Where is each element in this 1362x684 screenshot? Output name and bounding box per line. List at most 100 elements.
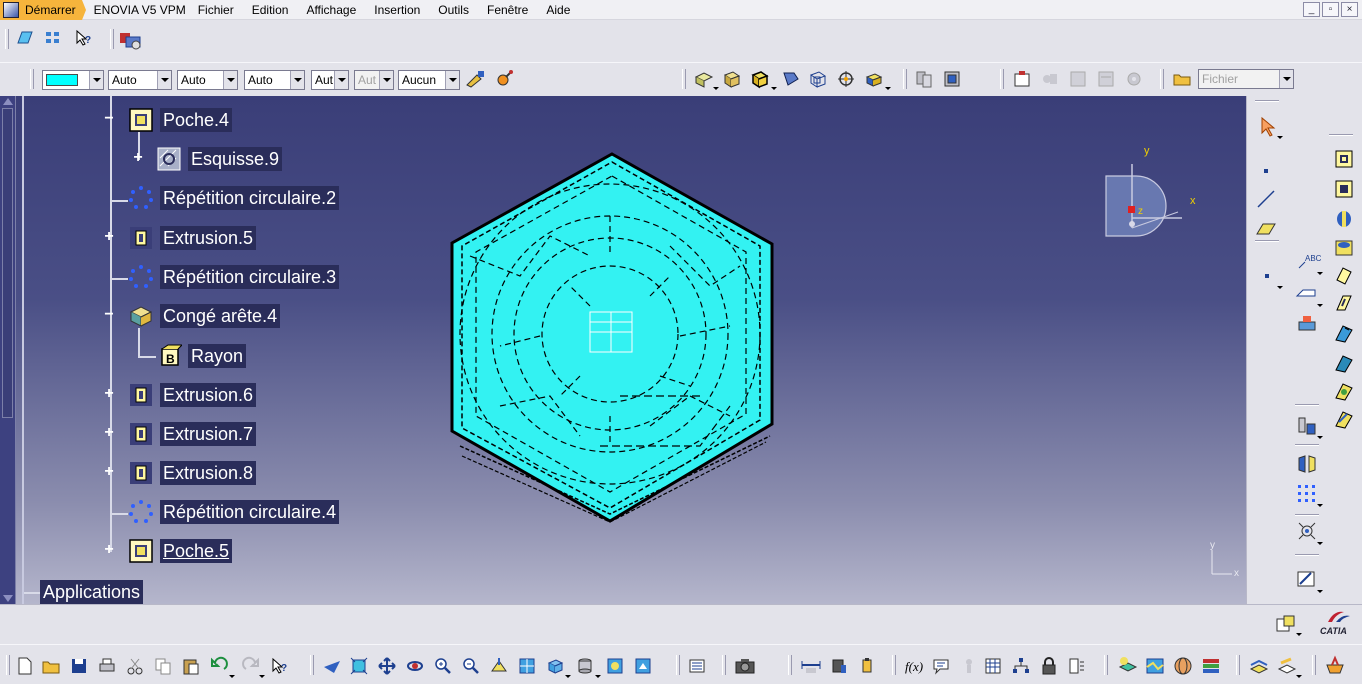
toolbar-grip[interactable] bbox=[30, 69, 34, 89]
tree-item-esquisse-9[interactable]: Esquisse.9 bbox=[156, 146, 283, 172]
tree-item-poche-5[interactable]: Poche.5 bbox=[128, 538, 233, 564]
toolbar-grip[interactable] bbox=[1312, 655, 1316, 675]
scroll-down-icon[interactable] bbox=[3, 595, 13, 602]
toolbar-grip[interactable] bbox=[110, 29, 114, 49]
edit-properties-icon[interactable] bbox=[1248, 655, 1270, 677]
tree-item-extrusion-5[interactable]: Extrusion.5 bbox=[128, 225, 257, 251]
copy-icon[interactable] bbox=[154, 657, 172, 675]
tree-graph-icon[interactable] bbox=[1012, 657, 1030, 675]
tree-item-applications[interactable]: Applications bbox=[40, 579, 144, 604]
map-icon[interactable] bbox=[1144, 655, 1166, 677]
pad-tool-icon[interactable] bbox=[1333, 148, 1355, 170]
3d-viewport[interactable]: Poche.4 − Esquisse.9 + Répétition circul… bbox=[0, 96, 1246, 604]
minimize-button[interactable]: _ bbox=[1303, 2, 1320, 17]
mirror-tool-icon[interactable] bbox=[1295, 452, 1319, 476]
stiffener-tool-icon[interactable] bbox=[1333, 322, 1355, 344]
scroll-thumb[interactable] bbox=[2, 108, 13, 418]
toolbar-grip[interactable] bbox=[1104, 655, 1108, 675]
expand-icon[interactable]: + bbox=[102, 229, 116, 245]
measure-item-icon[interactable] bbox=[830, 657, 848, 675]
text-with-leader-icon[interactable]: ABC bbox=[1295, 252, 1321, 272]
measure-inertia-icon[interactable] bbox=[858, 657, 876, 675]
catalog-icon[interactable] bbox=[44, 29, 62, 47]
paint-properties-icon[interactable] bbox=[1276, 655, 1298, 677]
formula-fx-icon[interactable]: f(x) bbox=[904, 657, 926, 675]
whats-this-icon[interactable]: ? bbox=[74, 29, 92, 47]
apply-material-icon[interactable] bbox=[1116, 655, 1138, 677]
tree-item-rayon[interactable]: B Rayon bbox=[156, 343, 247, 369]
select-sketch-icon[interactable] bbox=[16, 29, 34, 47]
save-icon[interactable] bbox=[70, 657, 88, 675]
toolbar-grip[interactable] bbox=[5, 29, 9, 49]
normal-view-icon[interactable] bbox=[490, 657, 508, 675]
slot-tool-icon[interactable] bbox=[1333, 292, 1355, 314]
menu-edit[interactable]: Edition bbox=[246, 0, 295, 20]
folder-open-icon[interactable] bbox=[1172, 69, 1192, 89]
rotate-icon[interactable] bbox=[406, 657, 424, 675]
rib-tool-icon[interactable] bbox=[1333, 264, 1355, 286]
toolbar-grip[interactable] bbox=[676, 655, 680, 675]
comment-icon[interactable] bbox=[932, 657, 950, 675]
collapse-icon[interactable]: − bbox=[102, 307, 116, 323]
tree-item-extrusion-6[interactable]: Extrusion.6 bbox=[128, 382, 257, 408]
hex-part-model[interactable] bbox=[440, 146, 790, 536]
toolbar-grip[interactable] bbox=[310, 655, 314, 675]
restore-button[interactable]: ▫ bbox=[1322, 2, 1339, 17]
paste-icon[interactable] bbox=[182, 657, 200, 675]
file-combo[interactable]: Fichier bbox=[1198, 69, 1294, 89]
tree-item-poche-4[interactable]: Poche.4 bbox=[128, 107, 233, 133]
menu-window[interactable]: Fenêtre bbox=[481, 0, 534, 20]
menu-insert[interactable]: Insertion bbox=[368, 0, 426, 20]
zoom-out-icon[interactable] bbox=[462, 657, 480, 675]
painter-icon[interactable] bbox=[465, 69, 487, 89]
zoom-in-icon[interactable] bbox=[434, 657, 452, 675]
properties-painter-icon[interactable] bbox=[494, 67, 516, 89]
open-folder-icon[interactable] bbox=[42, 657, 60, 675]
line-tool-icon[interactable] bbox=[1255, 188, 1277, 210]
sketcher-icon[interactable] bbox=[1295, 568, 1319, 590]
rectangular-pattern-icon[interactable] bbox=[1295, 482, 1319, 506]
expand-icon[interactable]: + bbox=[102, 386, 116, 402]
stack-layers-icon[interactable] bbox=[1200, 655, 1222, 677]
layer-combo[interactable]: Aucun bbox=[398, 70, 460, 90]
line-type-combo[interactable]: Auto bbox=[244, 70, 305, 90]
cart-icon[interactable] bbox=[1324, 655, 1346, 677]
lock-icon[interactable] bbox=[1040, 657, 1058, 675]
wireframe-icon[interactable] bbox=[808, 69, 828, 89]
design-table-icon[interactable] bbox=[984, 657, 1002, 675]
point-tool-icon[interactable] bbox=[1261, 270, 1273, 282]
hide-show-icon[interactable] bbox=[914, 69, 934, 89]
capture-icon[interactable] bbox=[734, 657, 756, 675]
measure-between-icon[interactable] bbox=[800, 657, 822, 675]
render-globe-icon[interactable] bbox=[1172, 655, 1194, 677]
measure-icon[interactable] bbox=[1012, 69, 1032, 89]
parameters-icon[interactable] bbox=[1068, 657, 1086, 675]
tree-item-extrusion-7[interactable]: Extrusion.7 bbox=[128, 421, 257, 447]
sketch-tool-icon[interactable] bbox=[1295, 312, 1319, 332]
iso-view-icon[interactable] bbox=[546, 657, 564, 675]
new-document-icon[interactable] bbox=[16, 657, 34, 675]
swap-space-icon[interactable] bbox=[634, 657, 652, 675]
expand-icon[interactable]: + bbox=[102, 542, 116, 558]
toolbar-grip[interactable] bbox=[903, 69, 907, 89]
swap-visible-space-icon[interactable] bbox=[942, 69, 962, 89]
pan-icon[interactable] bbox=[378, 657, 396, 675]
menu-enovia[interactable]: ENOVIA V5 VPM bbox=[88, 0, 192, 20]
close-button[interactable]: × bbox=[1341, 2, 1358, 17]
menu-start[interactable]: Démarrer bbox=[0, 0, 86, 20]
toolbar-grip[interactable] bbox=[788, 655, 792, 675]
tree-scrollbar[interactable] bbox=[0, 96, 16, 604]
toolbar-grip[interactable] bbox=[1236, 655, 1240, 675]
shading-icon[interactable] bbox=[722, 69, 742, 89]
transparency-combo[interactable]: Auto bbox=[108, 70, 172, 90]
fly-mode-icon[interactable] bbox=[694, 69, 714, 89]
tree-item-extrusion-8[interactable]: Extrusion.8 bbox=[128, 460, 257, 486]
hide-show-icon[interactable] bbox=[606, 657, 624, 675]
point-tool-icon[interactable] bbox=[1259, 164, 1273, 178]
color-combo[interactable] bbox=[42, 70, 104, 90]
tree-item-conge-arete-4[interactable]: Congé arête.4 bbox=[128, 303, 281, 329]
tree-item-repetition-circulaire-2[interactable]: Répétition circulaire.2 bbox=[128, 185, 340, 211]
removed-multi-section-icon[interactable] bbox=[1333, 380, 1355, 402]
toolbar-grip[interactable] bbox=[682, 69, 686, 89]
point-type-combo[interactable]: Aut bbox=[311, 70, 349, 90]
